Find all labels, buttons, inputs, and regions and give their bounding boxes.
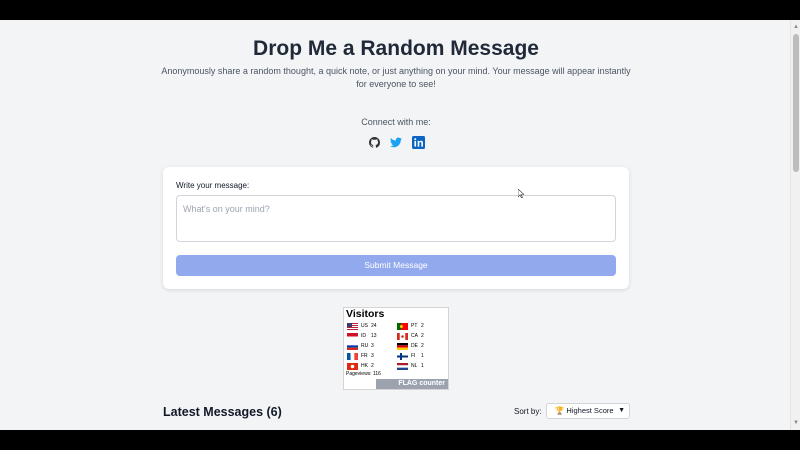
country-code: NL — [411, 363, 418, 369]
chevron-down-icon: ▼ — [618, 407, 625, 414]
page-subtitle: Anonymously share a random thought, a qu… — [161, 66, 631, 89]
country-code: PT — [411, 323, 418, 329]
pt-flag-icon — [397, 322, 408, 330]
flag-row: RU 3 — [347, 341, 383, 351]
country-count: 2 — [421, 323, 424, 329]
flag-counter-logo: FLAG counter — [376, 379, 448, 389]
country-count: 2 — [371, 363, 374, 369]
sort-selected-value: 🏆 Highest Score — [555, 406, 614, 415]
flag-row: PT 2 — [397, 321, 433, 331]
de-flag-icon — [397, 342, 408, 350]
country-code: US — [361, 323, 368, 329]
id-flag-icon — [347, 332, 358, 340]
country-count: 1 — [421, 363, 424, 369]
social-links — [0, 136, 792, 149]
country-code: CA — [411, 333, 418, 339]
flag-row: HK 2 — [347, 361, 383, 371]
flag-counter-title: Visitors — [346, 308, 385, 320]
nl-flag-icon — [397, 362, 408, 370]
country-code: RU — [361, 343, 369, 349]
ca-flag-icon — [397, 332, 408, 340]
message-form-card: Write your message: What's on your mind?… — [163, 167, 629, 289]
submit-message-button[interactable]: Submit Message — [176, 255, 616, 276]
twitter-icon[interactable] — [390, 136, 403, 149]
pageviews-label: Pageviews: — [346, 371, 372, 377]
fr-flag-icon — [347, 352, 358, 360]
flag-row: ID 13 — [347, 331, 383, 341]
flag-row: CA 2 — [397, 331, 433, 341]
sort-label: Sort by: — [514, 407, 542, 416]
country-count: 3 — [371, 353, 374, 359]
flag-row: FR 3 — [347, 351, 383, 361]
message-label: Write your message: — [176, 181, 250, 190]
country-count: 2 — [421, 333, 424, 339]
flag-row: DE 2 — [397, 341, 433, 351]
country-code: FR — [361, 353, 368, 359]
hk-flag-icon — [347, 362, 358, 370]
flag-counter-right-column: PT 2 CA 2 DE 2 FI 1 NL 1 — [397, 321, 433, 371]
flag-counter-widget[interactable]: Visitors US 24 ID 13 RU 3 FR 3 HK 2 PT 2… — [343, 307, 449, 390]
fi-flag-icon — [397, 352, 408, 360]
github-icon[interactable] — [368, 136, 381, 149]
page-viewport: Drop Me a Random Message Anonymously sha… — [0, 20, 800, 430]
country-code: DE — [411, 343, 418, 349]
flag-row: FI 1 — [397, 351, 433, 361]
connect-label: Connect with me: — [361, 117, 431, 127]
flag-row: NL 1 — [397, 361, 433, 371]
country-count: 13 — [371, 333, 377, 339]
page-title: Drop Me a Random Message — [253, 37, 539, 60]
scrollbar-thumb[interactable] — [793, 34, 799, 172]
country-count: 2 — [421, 343, 424, 349]
country-count: 24 — [371, 323, 377, 329]
us-flag-icon — [347, 322, 358, 330]
scroll-up-icon[interactable]: ▲ — [792, 22, 800, 32]
sort-select[interactable]: 🏆 Highest Score ▼ — [546, 403, 630, 419]
country-count: 3 — [371, 343, 374, 349]
country-code: HK — [361, 363, 368, 369]
latest-messages-heading: Latest Messages (6) — [163, 405, 282, 419]
flag-counter-left-column: US 24 ID 13 RU 3 FR 3 HK 2 — [347, 321, 383, 371]
ru-flag-icon — [347, 342, 358, 350]
message-input[interactable]: What's on your mind? — [176, 195, 616, 242]
country-count: 1 — [421, 353, 424, 359]
vertical-scrollbar[interactable]: ▲ ▼ — [790, 20, 800, 430]
pageviews-text: Pageviews: 116 — [346, 371, 381, 377]
linkedin-icon[interactable] — [411, 136, 425, 149]
pageviews-value: 116 — [372, 371, 381, 377]
flag-row: US 24 — [347, 321, 383, 331]
mouse-cursor-icon — [518, 189, 524, 198]
country-code: FI — [411, 353, 416, 359]
country-code: ID — [361, 333, 366, 339]
scroll-down-icon[interactable]: ▼ — [792, 418, 800, 428]
